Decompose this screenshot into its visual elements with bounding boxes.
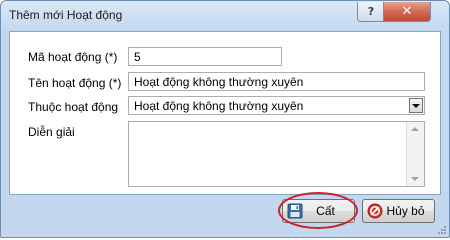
category-label: Thuộc hoạt động	[28, 100, 119, 114]
name-label: Tên hoạt động (*)	[28, 76, 122, 90]
description-label: Diễn giải	[28, 125, 75, 139]
chevron-down-icon[interactable]	[409, 98, 423, 113]
code-label: Mã hoạt động (*)	[28, 50, 118, 64]
name-input[interactable]: Hoạt động không thường xuyên	[128, 72, 425, 91]
help-icon: ?	[367, 5, 375, 18]
cancel-button[interactable]: Hủy bỏ	[362, 199, 435, 223]
dialog-title: Thêm mới Hoạt động	[9, 8, 123, 22]
close-button[interactable]: ✕	[383, 2, 431, 22]
code-input[interactable]: 5	[128, 47, 282, 66]
help-button[interactable]: ?	[357, 2, 385, 22]
category-select[interactable]: Hoạt động không thường xuyên	[128, 96, 425, 115]
dialog-window: Thêm mới Hoạt động ? ✕ Mã hoạt động (*) …	[0, 0, 450, 238]
save-button[interactable]: Cất	[282, 199, 355, 223]
description-scrollbar[interactable]	[406, 122, 424, 186]
cancel-icon	[367, 203, 383, 219]
title-bar[interactable]: Thêm mới Hoạt động ? ✕	[1, 1, 449, 31]
resize-grip-icon[interactable]	[436, 224, 446, 234]
scroll-down-icon[interactable]	[411, 177, 419, 181]
category-selected-value: Hoạt động không thường xuyên	[134, 99, 304, 113]
floppy-disk-icon	[287, 203, 303, 219]
save-button-label: Cất	[316, 204, 335, 218]
close-icon: ✕	[401, 4, 413, 19]
scroll-up-icon[interactable]	[411, 127, 419, 131]
form-panel: Mã hoạt động (*) 5 Tên hoạt động (*) Hoạ…	[9, 31, 441, 195]
description-textarea[interactable]	[128, 121, 425, 187]
cancel-button-label: Hủy bỏ	[386, 204, 425, 218]
